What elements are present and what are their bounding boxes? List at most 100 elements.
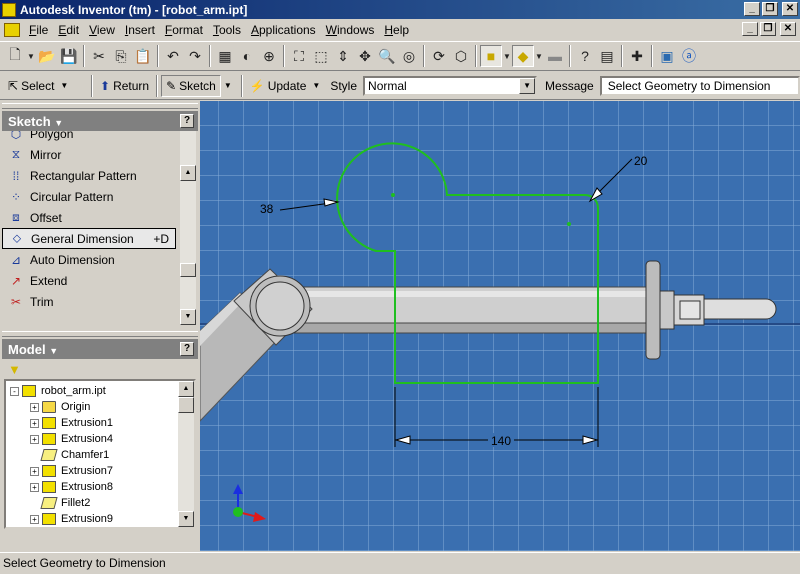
return-button[interactable]: ⬆ Return xyxy=(96,75,153,97)
panel-item-rectangular-pattern[interactable]: ⁞⁞ Rectangular Pattern xyxy=(2,165,198,186)
open-icon[interactable]: 📂 xyxy=(36,45,58,67)
new-dropdown-icon[interactable]: ▼ xyxy=(26,45,36,67)
shaded-display-icon[interactable]: ■ xyxy=(480,45,502,67)
display-dropdown-icon[interactable]: ▼ xyxy=(502,45,512,67)
doc-restore-button[interactable]: ❐ xyxy=(760,22,776,36)
help-icon[interactable]: ? xyxy=(180,114,194,128)
scroll-down-icon[interactable]: ▼ xyxy=(180,309,196,325)
dimension-text-20[interactable]: 20 xyxy=(634,154,648,168)
menu-windows[interactable]: Windows xyxy=(321,21,380,39)
rotate-icon[interactable]: ⟳ xyxy=(428,45,450,67)
style-select[interactable]: Normal ▼ xyxy=(363,75,538,96)
panel-item-offset[interactable]: ⧈ Offset xyxy=(2,207,198,228)
save-icon[interactable]: 💾 xyxy=(58,45,80,67)
chevron-down-icon[interactable]: ▼ xyxy=(54,118,63,128)
tree-node-extrusion4[interactable]: + Extrusion4 xyxy=(10,431,194,447)
sketch-panel-header[interactable]: Sketch ▼ ? xyxy=(2,111,198,131)
styles-icon[interactable]: ▤ xyxy=(596,45,618,67)
menu-insert[interactable]: Insert xyxy=(120,21,160,39)
minimize-button[interactable]: _ xyxy=(744,2,760,16)
panel-item-polygon[interactable]: ⬡ Polygon xyxy=(2,131,198,144)
tree-node-extrusion9[interactable]: + Extrusion9 xyxy=(10,511,194,527)
dimension-text-140[interactable]: 140 xyxy=(491,434,511,448)
tree-node-chamfer1[interactable]: Chamfer1 xyxy=(10,447,194,463)
paste-icon[interactable]: 📋 xyxy=(132,45,154,67)
menu-format[interactable]: Format xyxy=(160,21,208,39)
menu-file[interactable]: File xyxy=(24,21,53,39)
cut-icon[interactable]: ✂ xyxy=(88,45,110,67)
panel-item-extend[interactable]: ↗ Extend xyxy=(2,270,198,291)
panel-item-auto-dimension[interactable]: ⊿ Auto Dimension xyxy=(2,249,198,270)
panel-item-circular-pattern[interactable]: ⁘ Circular Pattern xyxy=(2,186,198,207)
scroll-up-icon[interactable]: ▲ xyxy=(180,165,196,181)
arc-center-point[interactable] xyxy=(391,193,395,197)
panel-splitter[interactable] xyxy=(2,331,198,337)
tree-node-fillet2[interactable]: Fillet2 xyxy=(10,495,194,511)
expand-icon[interactable]: + xyxy=(30,434,39,444)
tree-node-extrusion1[interactable]: + Extrusion1 xyxy=(10,415,194,431)
expand-icon[interactable]: + xyxy=(30,418,39,428)
collapse-icon[interactable]: - xyxy=(10,386,19,396)
help-icon[interactable]: ? xyxy=(574,45,596,67)
panel-item-general-dimension[interactable]: ⬦ General Dimension +D xyxy=(2,228,176,249)
isometric-view-icon[interactable]: ⬡ xyxy=(450,45,472,67)
design-support-icon[interactable]: ▣ xyxy=(656,45,678,67)
zoom-window-icon[interactable]: ⬚ xyxy=(310,45,332,67)
copy-icon[interactable]: ⎘ xyxy=(110,45,132,67)
chevron-down-icon[interactable]: ▼ xyxy=(49,346,58,356)
menu-view[interactable]: View xyxy=(84,21,120,39)
panel-item-mirror[interactable]: ⧖ Mirror xyxy=(2,144,198,165)
chevron-down-icon[interactable]: ▼ xyxy=(519,77,536,94)
section-icon[interactable]: ◐ xyxy=(236,45,258,67)
scroll-thumb[interactable] xyxy=(180,263,196,277)
undo-icon[interactable]: ↶ xyxy=(162,45,184,67)
scroll-down-icon[interactable]: ▼ xyxy=(178,511,194,527)
redo-icon[interactable]: ↷ xyxy=(184,45,206,67)
zoom-selected-icon[interactable]: 🔍 xyxy=(376,45,398,67)
panel-grip[interactable] xyxy=(2,103,198,109)
app-icon[interactable] xyxy=(2,2,16,17)
doc-close-button[interactable]: ✕ xyxy=(780,22,796,36)
document-icon[interactable] xyxy=(4,22,20,37)
tree-node-origin[interactable]: + Origin xyxy=(10,399,194,415)
model-tree-scrollbar[interactable]: ▲ ▼ xyxy=(178,381,194,527)
new-icon[interactable]: 🗋 xyxy=(4,45,26,67)
expand-icon[interactable]: + xyxy=(30,402,39,412)
menu-tools[interactable]: Tools xyxy=(208,21,246,39)
sketch-button[interactable]: ✎ Sketch xyxy=(161,74,221,97)
doc-minimize-button[interactable]: _ xyxy=(742,22,758,36)
update-button[interactable]: ⚡ Update ▼ xyxy=(246,75,325,97)
graphics-window[interactable]: 38 20 140 xyxy=(200,101,800,551)
select-button[interactable]: ⇱ Select ▼ xyxy=(4,75,88,97)
close-button[interactable]: ✕ xyxy=(782,2,798,16)
fillet-center-point[interactable] xyxy=(567,222,571,226)
zoom-all-icon[interactable]: ⛶ xyxy=(288,45,310,67)
restore-button[interactable]: ❐ xyxy=(762,2,778,16)
tree-node-extrusion8[interactable]: + Extrusion8 xyxy=(10,479,194,495)
filter-icon[interactable]: ▼ xyxy=(8,362,21,377)
update-icon[interactable]: ⊕ xyxy=(258,45,280,67)
expand-icon[interactable]: + xyxy=(30,482,39,492)
shadow-display-icon[interactable]: ◆ xyxy=(512,45,534,67)
pan-icon[interactable]: ✥ xyxy=(354,45,376,67)
expand-icon[interactable]: + xyxy=(30,514,39,524)
scroll-thumb[interactable] xyxy=(178,397,194,413)
look-at-icon[interactable]: ◎ xyxy=(398,45,420,67)
menu-edit[interactable]: Edit xyxy=(53,21,84,39)
tree-node-robot-arm[interactable]: - robot_arm.ipt xyxy=(10,383,194,399)
help-icon[interactable]: ? xyxy=(180,342,194,356)
model-panel-header[interactable]: Model ▼ ? xyxy=(2,339,198,359)
update-dropdown-icon[interactable]: ▼ xyxy=(312,81,320,90)
menu-applications[interactable]: Applications xyxy=(246,21,321,39)
sketch-dropdown-icon[interactable]: ▼ xyxy=(224,81,232,90)
scroll-up-icon[interactable]: ▲ xyxy=(178,381,194,397)
properties-icon[interactable]: ▦ xyxy=(214,45,236,67)
autodesk-online-icon[interactable]: ⓐ xyxy=(678,45,700,67)
chevron-down-icon[interactable]: ▼ xyxy=(60,81,68,90)
sketch-panel-scrollbar[interactable]: ▲ ▼ xyxy=(180,131,196,325)
dimension-text-38[interactable]: 38 xyxy=(260,202,274,216)
add-icon[interactable]: ✚ xyxy=(626,45,648,67)
menu-help[interactable]: Help xyxy=(379,21,414,39)
camera-icon[interactable]: ▬ xyxy=(544,45,566,67)
shadow-dropdown-icon[interactable]: ▼ xyxy=(534,45,544,67)
